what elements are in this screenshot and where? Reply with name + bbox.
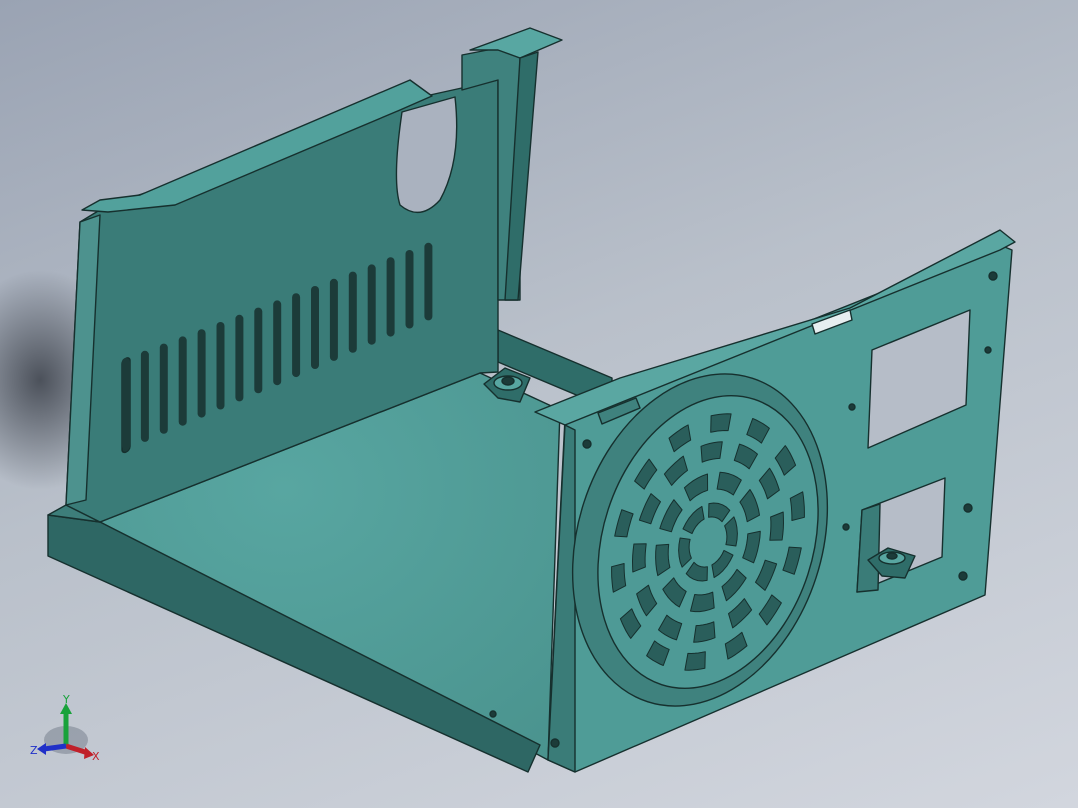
vent-slot [292,293,301,378]
triad-x-label: X [92,750,100,763]
view-triad[interactable]: Y X Z [30,693,100,763]
vent-slot [424,242,433,321]
fan-guard-hole [632,543,647,573]
triad-z-arrowhead [37,743,46,755]
vent-slot [405,250,414,329]
model-canvas[interactable]: Y X Z [0,0,1078,808]
screw-hole [489,710,497,718]
vent-slot [311,286,319,369]
vent-slot [197,329,206,418]
screw-hole [848,403,856,411]
screw-hole [988,271,998,281]
fan-guard-hole [769,511,784,541]
screw-hole [550,738,560,748]
vent-slot [140,350,149,442]
vent-slot [348,271,357,353]
triad-z-axis [43,743,67,752]
fan-guard-hole [710,413,732,433]
vent-slot [178,336,187,426]
vent-slot [122,358,130,450]
screw-hole [963,503,973,513]
vent-slot [159,343,168,434]
sheet-metal-chassis[interactable] [47,27,1016,773]
fan-guard-hole [684,651,706,671]
vent-slot [254,307,263,394]
screw-hole [582,439,592,449]
screw-hole [842,523,850,531]
vent-slot [273,300,282,386]
vent-slot [235,314,244,402]
fan-guard-hole [690,591,715,613]
vent-slot [367,264,376,345]
triad-y-label: Y [62,693,70,706]
screw-hole [984,346,992,354]
vent-slot [329,278,338,361]
graphics-viewport[interactable]: Y X Z [0,0,1078,808]
screw-hole [958,571,968,581]
triad-z-label: Z [30,744,38,757]
vent-slot [386,257,395,337]
vent-slot [216,322,225,410]
